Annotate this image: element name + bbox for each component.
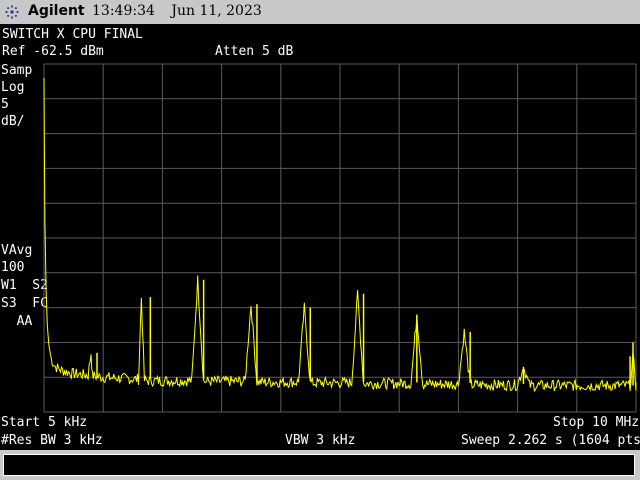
message-box: [3, 454, 635, 476]
video-bandwidth: VBW 3 kHz: [285, 433, 356, 448]
start-frequency: Start 5 kHz: [1, 415, 88, 430]
stop-frequency: Stop 10 MHz: [553, 415, 640, 430]
sweep-time: Sweep 2.262 s (1604 pts): [461, 433, 640, 448]
resolution-bandwidth: #Res BW 3 kHz: [1, 433, 103, 448]
spectrum-peaks: [96, 279, 634, 388]
graticule: [43, 63, 637, 413]
spectrum-display: [43, 63, 637, 413]
